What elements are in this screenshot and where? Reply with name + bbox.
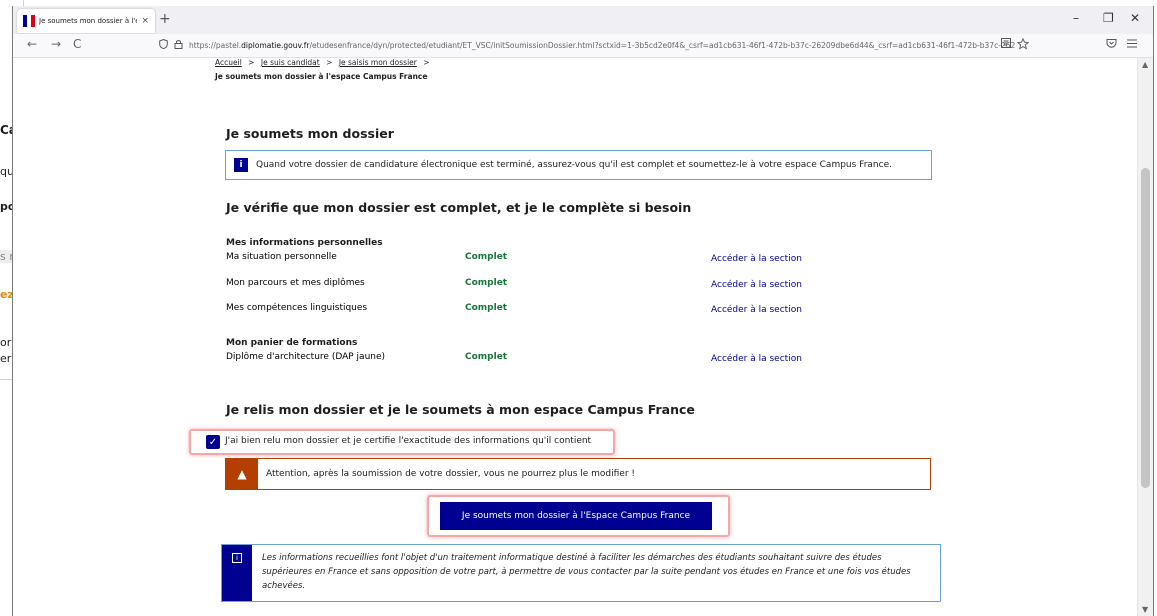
row-label: Diplôme d'architecture (DAP jaune) xyxy=(226,352,386,362)
breadcrumb-link-dossier[interactable]: Je saisis mon dossier xyxy=(339,58,417,67)
section-title-review: Je relis mon dossier et je le soumets à … xyxy=(226,402,695,417)
status-complete: Complet xyxy=(465,278,508,288)
group-heading: Mon panier de formations xyxy=(226,338,358,348)
marianne-favicon-icon xyxy=(23,15,35,27)
breadcrumb-link-candidate[interactable]: Je suis candidat xyxy=(261,58,320,67)
breadcrumb-current: Je soumets mon dossier à l'espace Campus… xyxy=(215,72,428,81)
breadcrumb-link-home[interactable]: Accueil xyxy=(215,58,242,67)
submit-button[interactable]: Je soumets mon dossier à l'Espace Campus… xyxy=(440,502,712,530)
bookmark-star-icon[interactable] xyxy=(1016,37,1030,53)
scroll-up-icon[interactable]: ▲ xyxy=(1142,60,1148,69)
section-title-submit: Je soumets mon dossier xyxy=(226,126,394,141)
scrollbar-thumb[interactable] xyxy=(1141,168,1150,488)
browser-window: Je soumets mon dossier à l'esp × + – ❐ ✕… xyxy=(12,6,1154,616)
warning-text: Attention, après la soumission de votre … xyxy=(266,469,636,479)
warning-box: ▲ Attention, après la soumission de votr… xyxy=(225,458,931,490)
pocket-icon[interactable] xyxy=(1106,38,1117,51)
url-prefix: https://pastel. xyxy=(189,41,242,50)
section-link[interactable]: Accéder à la section xyxy=(711,305,802,315)
breadcrumb: Accueil > Je suis candidat > Je saisis m… xyxy=(215,58,434,67)
info-text: Quand votre dossier de candidature élect… xyxy=(256,160,892,170)
reader-view-icon[interactable] xyxy=(1001,38,1011,51)
group-heading: Mes informations personnelles xyxy=(226,238,383,248)
privacy-notice-text: Les informations recueillies font l'obje… xyxy=(262,553,911,591)
section-link[interactable]: Accéder à la section xyxy=(711,354,802,364)
tab-bar: Je soumets mon dossier à l'esp × + – ❐ ✕ xyxy=(13,6,1153,34)
lock-icon[interactable] xyxy=(174,39,183,52)
close-window-button[interactable]: ✕ xyxy=(1130,11,1140,25)
reload-icon[interactable]: C xyxy=(73,37,81,51)
row-label: Mon parcours et mes diplômes xyxy=(226,278,365,288)
url-path: /etudesenfrance/dyn/protected/etudiant/E… xyxy=(309,41,1016,50)
warning-icon: ▲ xyxy=(226,459,258,489)
section-link[interactable]: Accéder à la section xyxy=(711,280,802,290)
status-complete: Complet xyxy=(465,352,508,362)
forward-icon[interactable]: → xyxy=(51,37,61,51)
status-complete: Complet xyxy=(465,303,508,313)
breadcrumb-separator: > xyxy=(248,58,255,67)
screen: Ca qu'i pou s mo ez p orma erm Je soumet… xyxy=(0,0,1157,616)
certify-checkbox-label[interactable]: J'ai bien relu mon dossier et je certifi… xyxy=(225,436,591,446)
menu-icon[interactable] xyxy=(1127,38,1137,51)
info-icon: i xyxy=(226,151,256,179)
tab-active[interactable]: Je soumets mon dossier à l'esp × xyxy=(17,9,155,33)
page-content: Accueil > Je suis candidat > Je saisis m… xyxy=(13,58,1139,616)
section-title-verify: Je vérifie que mon dossier est complet, … xyxy=(226,200,692,215)
url-bar[interactable]: https://pastel. diplomatie.gouv.fr/etudes… xyxy=(153,36,1039,55)
maximize-button[interactable]: ❐ xyxy=(1103,11,1114,25)
url-host: diplomatie.gouv.fr xyxy=(241,41,310,50)
certify-checkbox[interactable]: ✓ xyxy=(206,435,220,449)
breadcrumb-separator: > xyxy=(423,58,430,67)
row-label: Ma situation personnelle xyxy=(226,252,337,262)
scroll-down-icon[interactable]: ▼ xyxy=(1142,605,1148,614)
tab-title: Je soumets mon dossier à l'esp xyxy=(39,17,138,25)
section-link[interactable]: Accéder à la section xyxy=(711,254,802,264)
privacy-notice: i Les informations recueillies font l'ob… xyxy=(221,544,941,602)
navigation-bar: ← → C https://pastel. diplomatie.gouv.fr /… xyxy=(13,34,1153,58)
shield-icon[interactable] xyxy=(159,38,168,52)
breadcrumb-separator: > xyxy=(326,58,333,67)
new-tab-button[interactable]: + xyxy=(159,11,171,27)
minimize-button[interactable]: – xyxy=(1073,11,1079,25)
row-label: Mes compétences linguistiques xyxy=(226,303,368,313)
info-box: i Quand votre dossier de candidature éle… xyxy=(225,150,932,180)
status-complete: Complet xyxy=(465,252,508,262)
back-icon[interactable]: ← xyxy=(27,37,37,51)
tab-close-icon[interactable]: × xyxy=(141,16,149,26)
info-icon: i xyxy=(222,545,252,601)
vertical-scrollbar[interactable]: ▲ ▼ xyxy=(1137,58,1153,616)
